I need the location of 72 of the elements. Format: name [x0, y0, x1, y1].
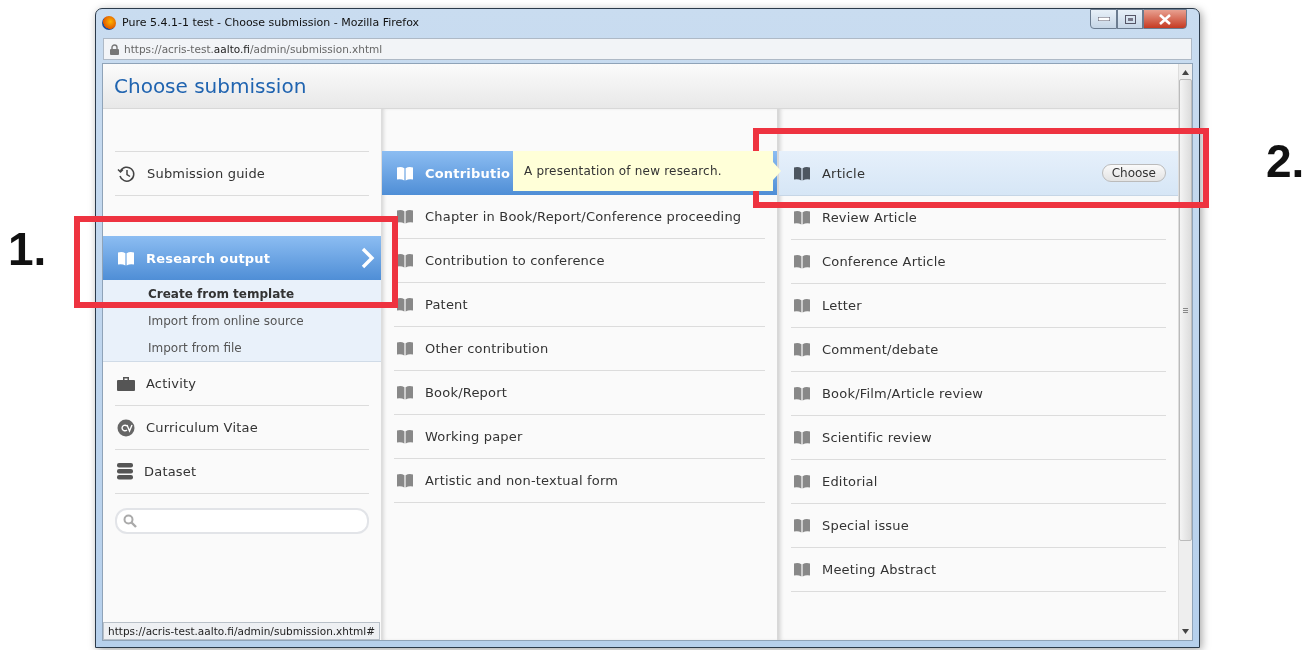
subtype-item[interactable]: Scientific review — [791, 416, 1166, 460]
book-icon — [793, 385, 811, 402]
maximize-icon — [1124, 14, 1136, 24]
book-icon — [396, 252, 414, 269]
lock-icon — [110, 43, 119, 55]
subtype-item[interactable]: Letter — [791, 284, 1166, 328]
scroll-down-icon — [1182, 629, 1189, 634]
minimize-button[interactable] — [1090, 9, 1117, 29]
type-item[interactable]: Working paper — [394, 415, 765, 459]
minimize-icon — [1097, 17, 1110, 21]
tooltip: A presentation of new research. — [513, 151, 781, 191]
option-link[interactable]: Import from online source — [103, 307, 381, 334]
status-url: https://acris-test.aalto.fi/admin/submission.xhtml# — [103, 622, 381, 640]
search-field[interactable] — [115, 508, 369, 534]
book-icon — [396, 340, 414, 357]
type-item[interactable]: Other contribution — [394, 327, 765, 371]
close-button[interactable] — [1143, 9, 1187, 29]
search-icon — [123, 514, 137, 528]
book-icon — [396, 428, 414, 445]
subtype-item[interactable]: Editorial — [791, 460, 1166, 504]
subtype-item[interactable]: Article Choose — [779, 151, 1178, 196]
history-clock-icon — [117, 164, 136, 183]
subtype-item[interactable]: Book/Film/Article review — [791, 372, 1166, 416]
book-icon — [793, 341, 811, 358]
subtype-item[interactable]: Meeting Abstract — [791, 548, 1166, 592]
choose-button[interactable]: Choose — [1101, 164, 1166, 182]
subtype-item[interactable]: Special issue — [791, 504, 1166, 548]
tooltip-arrow-icon — [773, 162, 781, 180]
book-icon — [793, 164, 811, 182]
window-title: Pure 5.4.1-1 test - Choose submission - Mozilla Firefox — [122, 16, 421, 29]
book-icon — [396, 164, 414, 182]
book-icon — [396, 296, 414, 313]
scrollbar[interactable] — [1178, 64, 1192, 640]
book-icon — [793, 429, 811, 446]
dialog-title: Choose submission — [114, 74, 307, 98]
guide-link[interactable]: Submission guide — [115, 151, 369, 196]
briefcase-icon — [117, 375, 135, 392]
book-icon — [396, 208, 414, 225]
subtype-item[interactable]: Review Article — [791, 196, 1166, 240]
book-icon — [793, 209, 811, 226]
type-item[interactable]: Artistic and non-textual form — [394, 459, 765, 503]
book-icon — [793, 517, 811, 534]
cv-icon — [117, 418, 135, 437]
type-item[interactable]: Patent — [394, 283, 765, 327]
book-icon — [793, 297, 811, 314]
browser-logo-icon — [102, 15, 116, 30]
book-icon — [117, 249, 135, 267]
type-item[interactable]: Book/Report — [394, 371, 765, 415]
book-icon — [396, 472, 414, 489]
category-item[interactable]: Curriculum Vitae — [115, 406, 369, 450]
grip-icon — [1183, 307, 1188, 313]
subtype-item[interactable]: Comment/debate — [791, 328, 1166, 372]
book-icon — [396, 384, 414, 401]
step-number: 1. — [8, 222, 47, 276]
option-link[interactable]: Import from file — [103, 334, 381, 361]
scroll-up-icon — [1182, 70, 1189, 75]
address-bar[interactable]: https://acris-test.aalto.fi/admin/submission.xhtml — [103, 38, 1192, 60]
option-link[interactable]: Create from template — [103, 280, 381, 307]
type-item[interactable]: Contribution to conference — [394, 239, 765, 283]
type-item[interactable]: Chapter in Book/Report/Conference proceeding — [394, 195, 765, 239]
category-item[interactable]: Activity — [115, 362, 369, 406]
step-number: 2. — [1266, 134, 1305, 188]
url-text: https://acris-test.aalto.fi/admin/submission.xhtml — [124, 43, 383, 55]
category-item[interactable]: Dataset — [115, 450, 369, 494]
book-icon — [793, 473, 811, 490]
subtype-item[interactable]: Conference Article — [791, 240, 1166, 284]
book-icon — [793, 561, 811, 578]
database-icon — [117, 463, 133, 480]
chevron-right-icon — [361, 247, 375, 269]
book-icon — [793, 253, 811, 270]
close-icon — [1159, 13, 1171, 25]
maximize-button[interactable] — [1117, 9, 1143, 29]
